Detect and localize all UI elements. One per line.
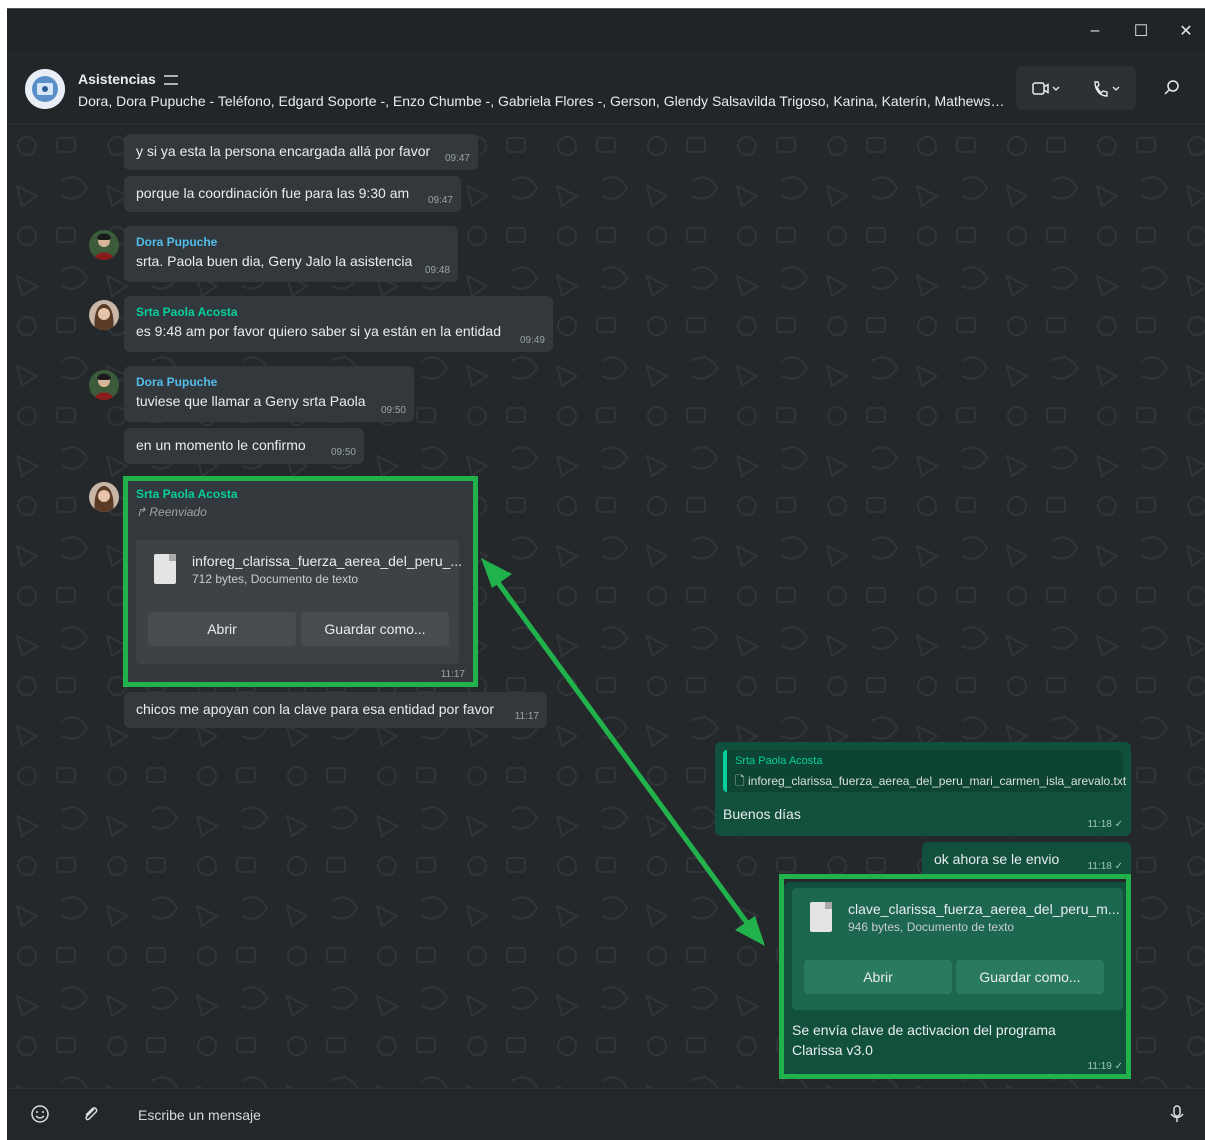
message-list[interactable]: y si ya esta la persona encargada allá p… <box>7 126 1205 1088</box>
search-button[interactable] <box>1147 66 1197 110</box>
voice-message-button[interactable] <box>1166 1103 1188 1125</box>
participants-list: Dora, Dora Pupuche - Teléfono, Edgard So… <box>78 93 1008 109</box>
chat-title-text: Asistencias <box>78 71 156 87</box>
minimize-icon: – <box>1090 22 1100 39</box>
app-window: – ☐ ✕ Asistencias Dora, Dora Pupuche - T… <box>7 8 1205 1140</box>
message-input[interactable]: Escribe un mensaje <box>138 1107 261 1123</box>
double-arrow-annotation <box>481 558 765 946</box>
group-avatar[interactable] <box>25 69 65 109</box>
search-icon <box>1164 80 1179 95</box>
video-call-button[interactable] <box>1017 67 1077 111</box>
phone-icon <box>1094 81 1120 97</box>
close-button[interactable]: ✕ <box>1172 17 1200 45</box>
title-bar: – ☐ ✕ <box>7 9 1205 53</box>
maximize-button[interactable]: ☐ <box>1127 17 1155 45</box>
call-buttons-group <box>1016 66 1136 110</box>
chat-title: Asistencias <box>78 71 178 87</box>
attach-button[interactable] <box>80 1103 102 1125</box>
microphone-icon <box>1170 1105 1184 1122</box>
composer-bar: Escribe un mensaje <box>7 1088 1205 1140</box>
close-icon: ✕ <box>1179 23 1193 40</box>
video-camera-icon <box>1032 82 1060 95</box>
group-avatar-image <box>25 69 65 109</box>
paperclip-icon <box>85 1107 98 1121</box>
maximize-icon: ☐ <box>1133 23 1149 40</box>
emoji-icon <box>31 1105 49 1123</box>
stack-icon <box>163 75 178 86</box>
voice-call-button[interactable] <box>1077 67 1137 111</box>
chat-header[interactable]: Asistencias Dora, Dora Pupuche - Teléfon… <box>7 53 1205 125</box>
minimize-button[interactable]: – <box>1081 17 1109 45</box>
emoji-button[interactable] <box>29 1103 51 1125</box>
